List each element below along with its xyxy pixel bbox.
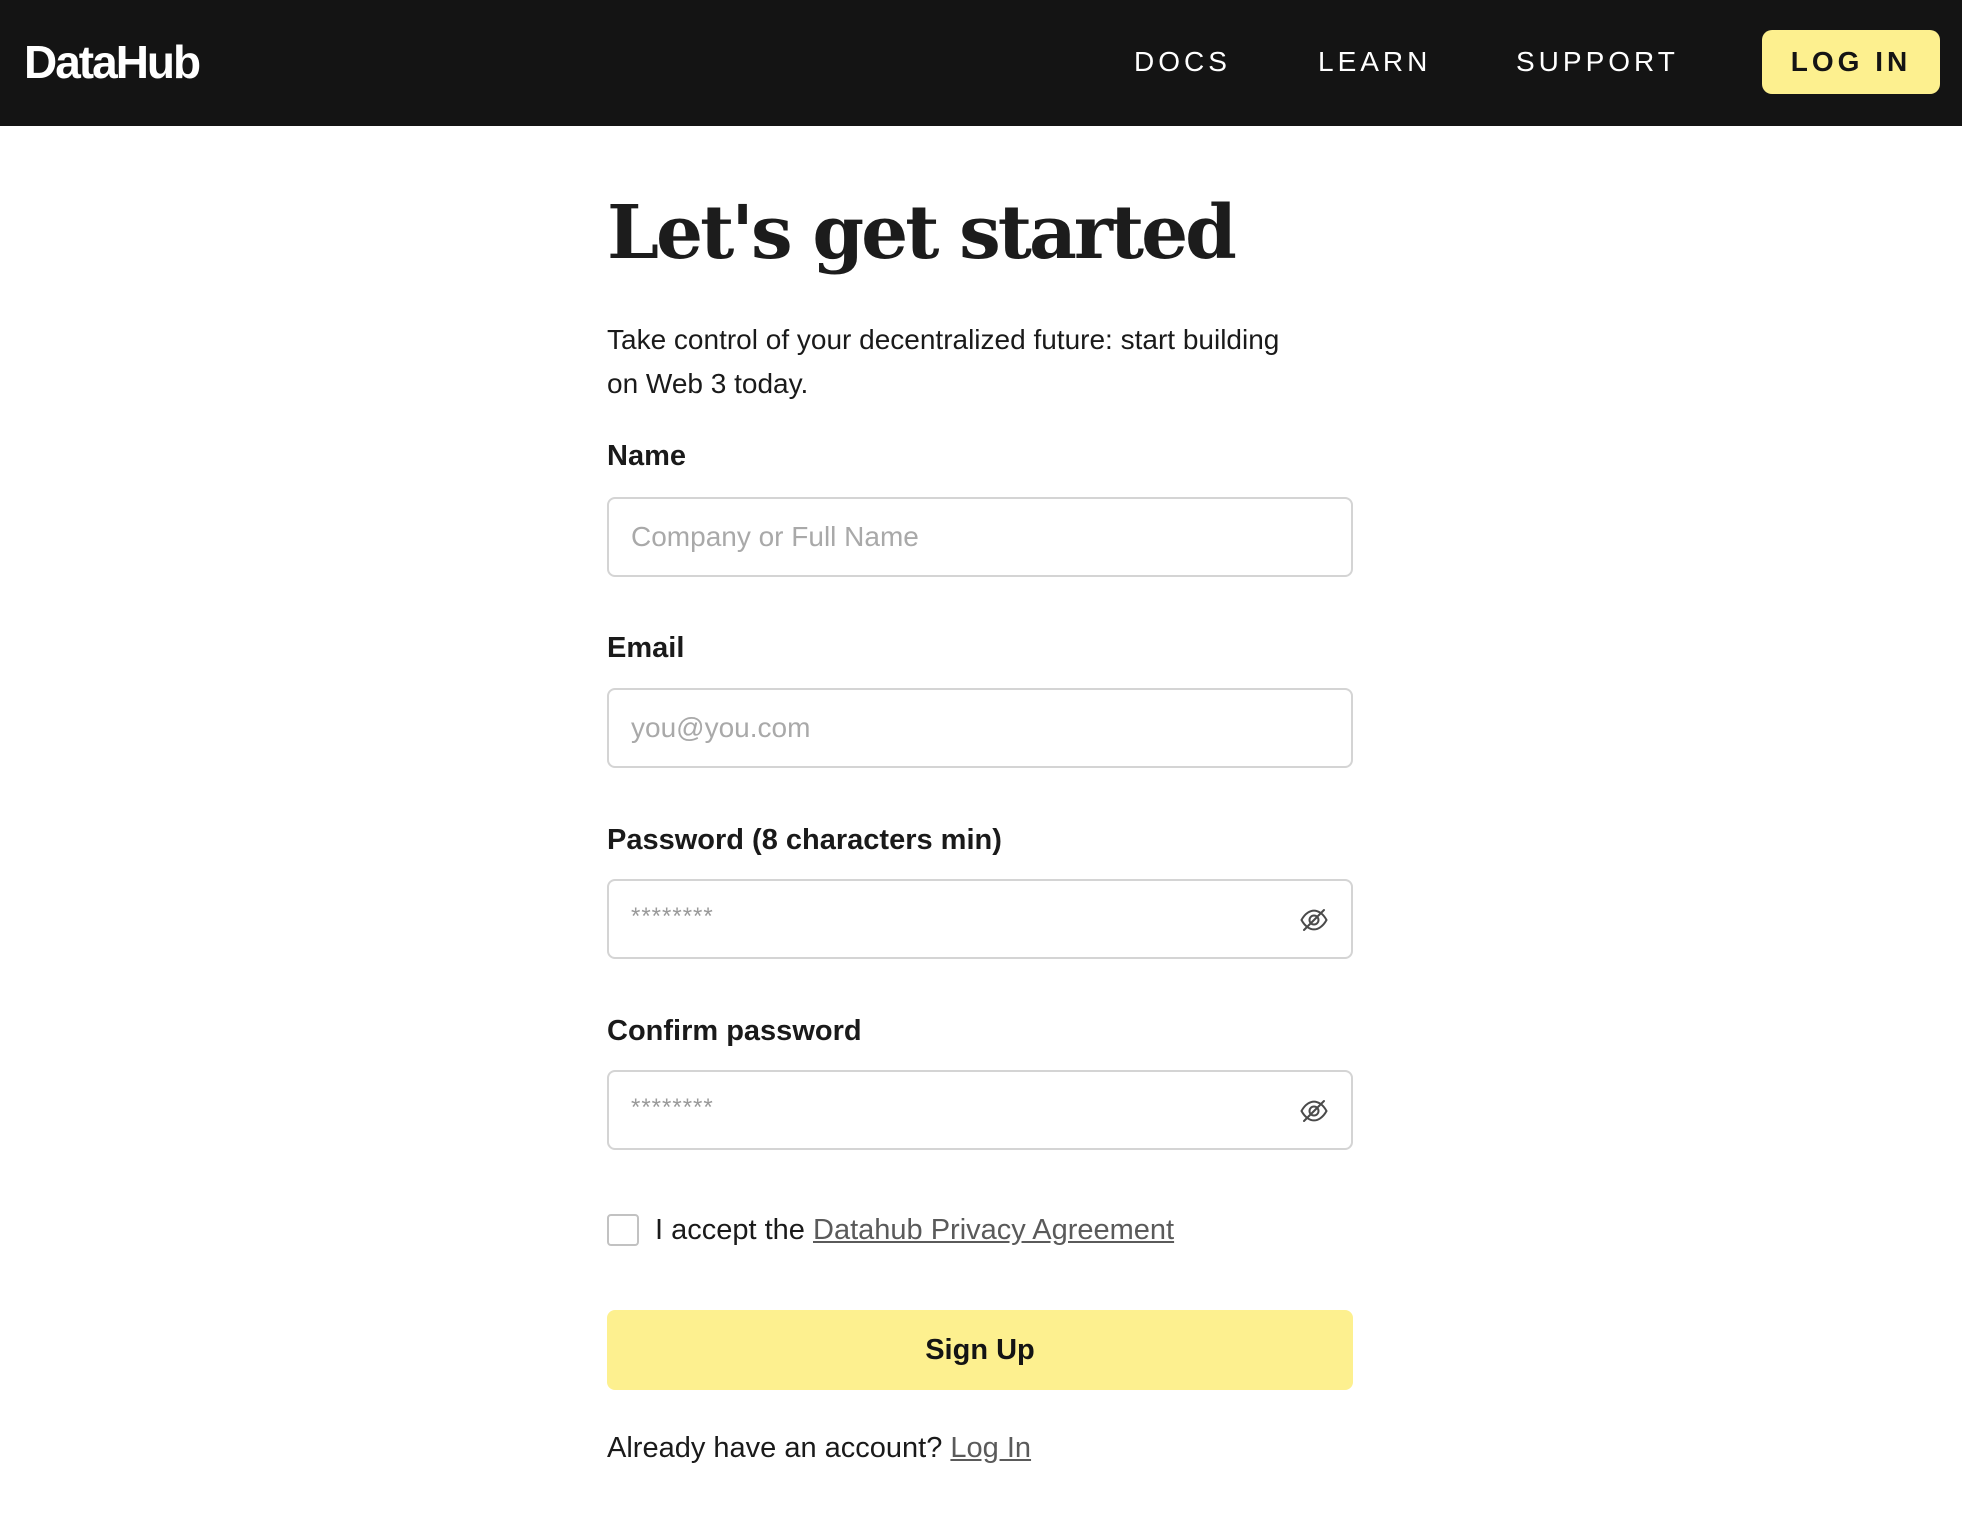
page-subtitle: Take control of your decentralized futur… xyxy=(607,318,1353,406)
nav-learn-link[interactable]: LEARN xyxy=(1318,42,1431,82)
password-label: Password (8 characters min) xyxy=(607,824,1002,856)
agreement-prefix: I accept the xyxy=(655,1214,805,1246)
header-login-button[interactable]: LOG IN xyxy=(1762,30,1940,94)
datahub-logo[interactable]: DataHub xyxy=(24,34,201,90)
login-prompt: Already have an account? Log In xyxy=(607,1428,1031,1468)
page-title: Let's get started xyxy=(607,190,1237,276)
nav-docs-link[interactable]: DOCS xyxy=(1134,42,1231,82)
password-placeholder: ******** xyxy=(631,903,714,930)
email-field[interactable] xyxy=(607,688,1353,768)
subtitle-line-2: on Web 3 today. xyxy=(607,368,809,399)
privacy-agreement-text: I accept the Datahub Privacy Agreement xyxy=(655,1210,1174,1250)
login-prompt-text: Already have an account? xyxy=(607,1432,943,1464)
name-label: Name xyxy=(607,440,686,472)
privacy-agreement-link[interactable]: Datahub Privacy Agreement xyxy=(813,1214,1174,1246)
confirm-password-label: Confirm password xyxy=(607,1015,862,1047)
email-input[interactable] xyxy=(631,690,1271,766)
nav-support-link[interactable]: SUPPORT xyxy=(1516,42,1679,82)
eye-slash-icon[interactable] xyxy=(1299,905,1329,935)
confirm-password-field[interactable]: ******** xyxy=(607,1070,1353,1150)
sign-up-button[interactable]: Sign Up xyxy=(607,1310,1353,1390)
email-label: Email xyxy=(607,632,685,664)
name-input[interactable] xyxy=(631,499,1271,575)
top-navbar: DataHub DOCS LEARN SUPPORT LOG IN xyxy=(0,0,1962,126)
name-field[interactable] xyxy=(607,497,1353,577)
confirm-password-placeholder: ******** xyxy=(631,1094,714,1121)
eye-slash-icon[interactable] xyxy=(1299,1096,1329,1126)
privacy-agreement-checkbox[interactable] xyxy=(607,1214,639,1246)
subtitle-line-1: Take control of your decentralized futur… xyxy=(607,324,1280,355)
password-field[interactable]: ******** xyxy=(607,879,1353,959)
log-in-link[interactable]: Log In xyxy=(950,1432,1031,1464)
